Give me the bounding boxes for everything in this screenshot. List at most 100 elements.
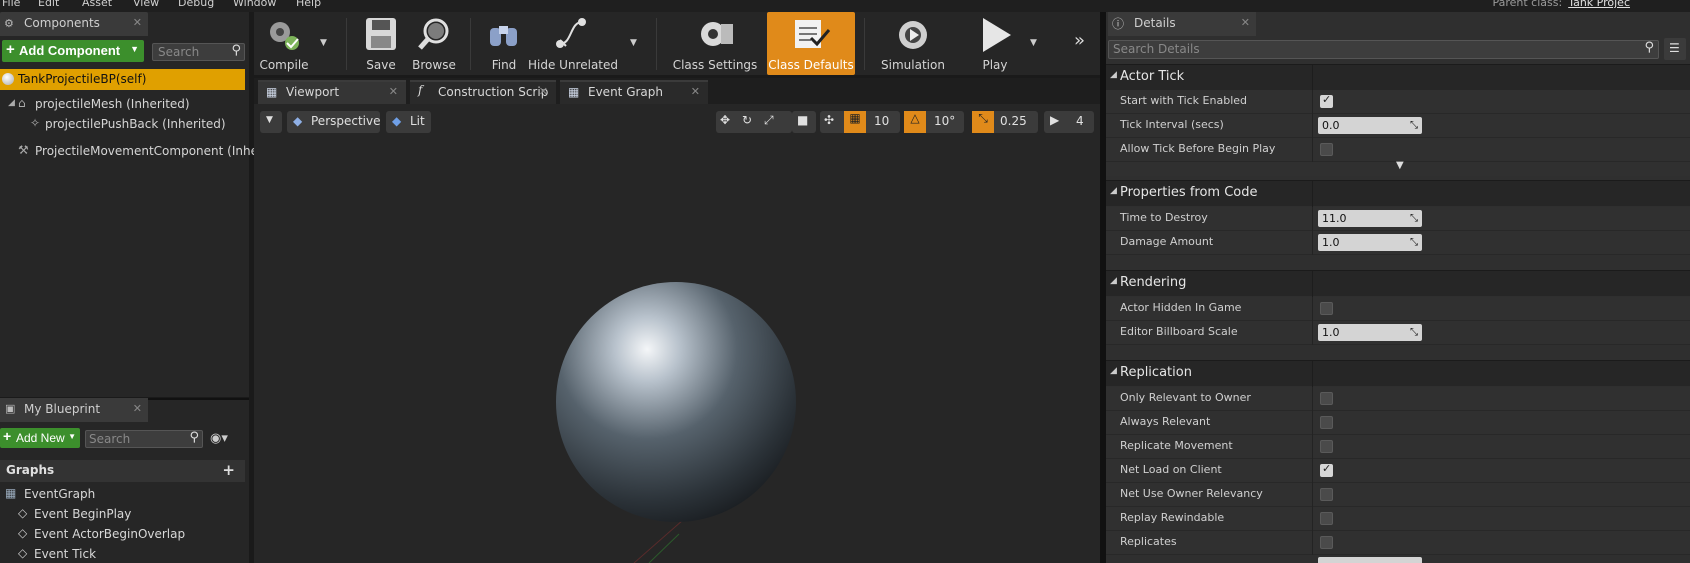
close-icon[interactable]: ✕ [691, 85, 700, 98]
browse-button[interactable]: Browse [408, 12, 460, 75]
tab-event-graph-label: Event Graph [588, 85, 663, 99]
tab-construction-script[interactable]: f Construction Scrip ✕ [410, 80, 556, 104]
section-actor-tick[interactable]: ◢ Actor Tick [1106, 64, 1690, 91]
graphs-header[interactable]: Graphs + [0, 460, 245, 482]
prop-damage-amount: Damage Amount 1.0 ⤡ [1106, 231, 1690, 255]
class-settings-button[interactable]: Class Settings [672, 12, 758, 75]
menu-debug[interactable]: Debug [178, 0, 214, 9]
viewport[interactable] [254, 104, 1100, 563]
toolbar-overflow-icon[interactable]: » [1074, 30, 1085, 51]
menu-help[interactable]: Help [296, 0, 321, 9]
sphere-icon [2, 73, 14, 85]
column-divider [1312, 231, 1313, 255]
world-local-button[interactable]: ■ [792, 111, 816, 133]
hide-unrelated-button[interactable]: Hide Unrelated [528, 12, 618, 75]
simulation-button[interactable]: Simulation [875, 12, 951, 75]
checkbox-unchecked[interactable] [1320, 488, 1333, 501]
checkbox-unchecked[interactable] [1320, 302, 1333, 315]
add-new-button[interactable]: + Add New ▼ [0, 428, 80, 448]
play-options-icon[interactable]: ▼ [1030, 38, 1037, 48]
details-tab[interactable]: ⓘ Details ✕ [1108, 12, 1256, 36]
time-to-destroy-field[interactable]: 11.0 ⤡ [1318, 210, 1422, 227]
components-tab[interactable]: ⚙ Components ✕ [0, 12, 148, 36]
prop-replicates: Replicates [1106, 531, 1690, 555]
checkbox-checked[interactable]: ✓ [1320, 93, 1333, 108]
checkbox-unchecked[interactable] [1320, 416, 1333, 429]
compile-options-icon[interactable]: ▼ [320, 38, 327, 48]
components-search-input[interactable]: Search ⚲ [152, 43, 245, 61]
section-title: Replication [1120, 365, 1192, 380]
checkbox-unchecked[interactable] [1320, 440, 1333, 453]
grid-snap-icon[interactable]: ▦ [844, 111, 866, 133]
prop-name: Allow Tick Before Begin Play [1120, 142, 1276, 155]
list-icon: ☰ [1669, 41, 1680, 55]
close-icon[interactable]: ✕ [1241, 16, 1250, 29]
event-item-label: Event BeginPlay [34, 507, 132, 521]
hide-unrelated-options-icon[interactable]: ▼ [630, 38, 637, 48]
rotate-icon[interactable]: ↻ [742, 113, 752, 127]
add-graph-icon[interactable]: + [222, 461, 235, 479]
close-icon[interactable]: ✕ [133, 402, 142, 415]
checkbox-checked[interactable]: ✓ [1320, 462, 1333, 477]
toolbar-separator [470, 18, 471, 70]
checkbox-unchecked[interactable] [1320, 392, 1333, 405]
menu-file[interactable]: File [2, 0, 20, 9]
perspective-button[interactable]: ◆ Perspective [287, 111, 381, 133]
eye-icon[interactable]: ◉▾ [210, 431, 228, 446]
viewport-options-button[interactable]: ▼ [260, 111, 282, 133]
checkbox-unchecked[interactable] [1320, 536, 1333, 549]
column-divider [1312, 271, 1313, 297]
menu-view[interactable]: View [133, 0, 159, 9]
class-settings-label: Class Settings [672, 58, 758, 72]
close-icon[interactable]: ✕ [539, 85, 548, 98]
class-defaults-button[interactable]: Class Defaults [767, 12, 855, 75]
close-icon[interactable]: ✕ [133, 16, 142, 29]
browse-icon [418, 18, 449, 50]
section-rendering[interactable]: ◢ Rendering [1106, 270, 1690, 297]
rotation-snap-icon[interactable]: △ [904, 111, 926, 133]
save-button[interactable]: Save [358, 12, 404, 75]
menu-asset[interactable]: Asset [82, 0, 112, 9]
property-matrix-button[interactable]: ☰ [1664, 38, 1686, 60]
my-blueprint-tab[interactable]: ▣ My Blueprint ✕ [0, 398, 148, 422]
translate-icon[interactable]: ✥ [720, 113, 730, 127]
cube-icon: ◆ [293, 114, 303, 128]
lit-button[interactable]: ◆ Lit [386, 111, 431, 133]
close-icon[interactable]: ✕ [389, 85, 398, 98]
billboard-scale-field[interactable]: 1.0 ⤡ [1318, 324, 1422, 341]
surface-snap-icon[interactable]: ✣ [824, 113, 834, 127]
prop-editor-billboard-scale: Editor Billboard Scale 1.0 ⤡ [1106, 321, 1690, 345]
details-search-input[interactable]: Search Details ⚲ [1108, 40, 1659, 59]
blueprint-search-input[interactable]: Search ⚲ [85, 430, 203, 448]
self-component-row[interactable]: TankProjectileBP(self) [0, 69, 245, 90]
section-properties-from-code[interactable]: ◢ Properties from Code [1106, 180, 1690, 207]
scale-snap-icon[interactable]: ⤡ [972, 111, 994, 133]
damage-amount-field[interactable]: 1.0 ⤡ [1318, 234, 1422, 251]
add-component-button[interactable]: + Add Component ▼ [2, 40, 144, 62]
tick-interval-field[interactable]: 0.0 ⤡ [1318, 117, 1422, 134]
scale-icon[interactable]: ⤢ [764, 113, 774, 128]
play-button[interactable]: Play [960, 12, 1030, 75]
tab-event-graph[interactable]: ▦ Event Graph ✕ [560, 80, 708, 104]
blueprint-search-placeholder: Search [89, 432, 131, 446]
parent-class-link[interactable]: Tank Projec [1568, 0, 1630, 9]
column-divider [1312, 114, 1313, 138]
prop-name: Start with Tick Enabled [1120, 94, 1248, 107]
camera-speed-button[interactable]: ▶ 4 [1044, 111, 1094, 133]
lit-label: Lit [410, 114, 425, 128]
advanced-expander[interactable]: ▼ [1106, 160, 1690, 176]
next-field-partial[interactable] [1318, 557, 1422, 563]
rotation-snap-value[interactable]: 10° [934, 114, 955, 128]
menu-window[interactable]: Window [233, 0, 276, 9]
tab-viewport[interactable]: ▦ Viewport ✕ [258, 80, 406, 104]
check-icon: ✓ [1322, 462, 1332, 475]
find-button[interactable]: Find [482, 12, 526, 75]
checkbox-unchecked[interactable] [1320, 143, 1333, 156]
scale-snap-value[interactable]: 0.25 [1000, 114, 1027, 128]
checkbox-unchecked[interactable] [1320, 512, 1333, 525]
grid-snap-value[interactable]: 10 [874, 114, 889, 128]
menu-edit[interactable]: Edit [38, 0, 59, 9]
prop-always-relevant: Always Relevant [1106, 411, 1690, 435]
section-replication[interactable]: ◢ Replication [1106, 360, 1690, 387]
compile-button[interactable]: Compile [255, 12, 313, 75]
